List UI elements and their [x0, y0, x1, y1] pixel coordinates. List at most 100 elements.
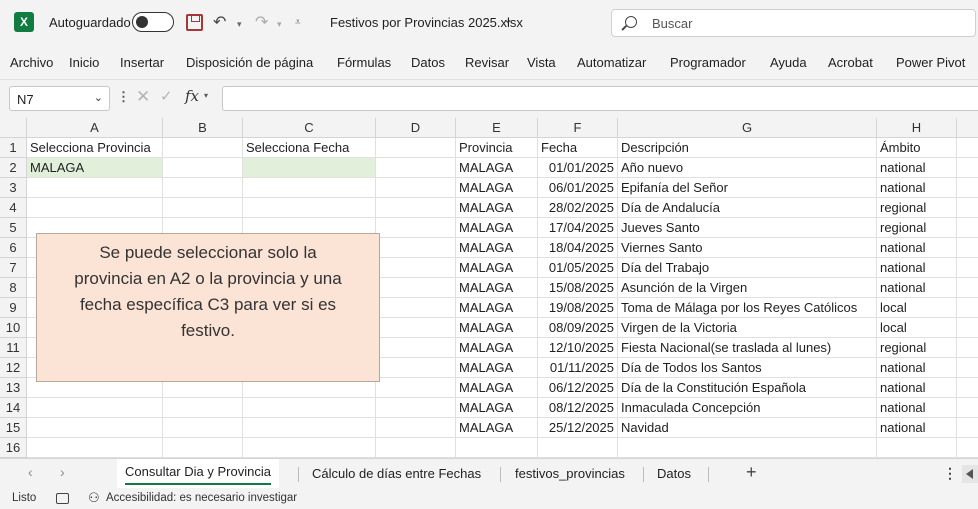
- cell-g3[interactable]: Epifanía del Señor: [618, 178, 877, 198]
- row-header[interactable]: 6: [0, 238, 27, 258]
- cell-i13[interactable]: [957, 378, 978, 398]
- cell-d16[interactable]: [376, 438, 456, 458]
- cell-f7[interactable]: 01/05/2025: [538, 258, 618, 278]
- cell-f10[interactable]: 08/09/2025: [538, 318, 618, 338]
- cell-g11[interactable]: Fiesta Nacional(se traslada al lunes): [618, 338, 877, 358]
- cell-g10[interactable]: Virgen de la Victoria: [618, 318, 877, 338]
- cell-d10[interactable]: [376, 318, 456, 338]
- cell-f6[interactable]: 18/04/2025: [538, 238, 618, 258]
- cell-h11[interactable]: regional: [877, 338, 957, 358]
- row-header[interactable]: 8: [0, 278, 27, 298]
- cell-e6[interactable]: MALAGA: [456, 238, 538, 258]
- cell-e4[interactable]: MALAGA: [456, 198, 538, 218]
- cell-i4[interactable]: [957, 198, 978, 218]
- cell-c3[interactable]: [243, 178, 376, 198]
- cell-e13[interactable]: MALAGA: [456, 378, 538, 398]
- cell-i15[interactable]: [957, 418, 978, 438]
- tab-formulas[interactable]: Fórmulas: [337, 55, 391, 70]
- cell-e5[interactable]: MALAGA: [456, 218, 538, 238]
- cell-c1[interactable]: Selecciona Fecha: [243, 138, 376, 158]
- column-header-g[interactable]: G: [618, 118, 877, 138]
- cell-h2[interactable]: national: [877, 158, 957, 178]
- chevron-down-icon[interactable]: ⌄: [503, 12, 513, 26]
- cell-g8[interactable]: Asunción de la Virgen: [618, 278, 877, 298]
- accessibility-status[interactable]: Accesibilidad: es necesario investigar: [106, 492, 297, 504]
- cell-f14[interactable]: 08/12/2025: [538, 398, 618, 418]
- cell-d3[interactable]: [376, 178, 456, 198]
- cell-i3[interactable]: [957, 178, 978, 198]
- sheet-tab-calculo[interactable]: Cálculo de días entre Fechas: [312, 466, 481, 481]
- search-box[interactable]: Buscar: [611, 9, 976, 37]
- row-header[interactable]: 1: [0, 138, 27, 158]
- cell-f13[interactable]: 06/12/2025: [538, 378, 618, 398]
- cell-a2[interactable]: MALAGA: [27, 158, 163, 178]
- tab-disposicion[interactable]: Disposición de página: [186, 55, 313, 70]
- row-header[interactable]: 11: [0, 338, 27, 358]
- cell-f15[interactable]: 25/12/2025: [538, 418, 618, 438]
- row-header[interactable]: 4: [0, 198, 27, 218]
- cell-i1[interactable]: [957, 138, 978, 158]
- cell-h7[interactable]: national: [877, 258, 957, 278]
- cell-i8[interactable]: [957, 278, 978, 298]
- cell-a4[interactable]: [27, 198, 163, 218]
- column-header-d[interactable]: D: [376, 118, 456, 138]
- redo-dropdown-icon[interactable]: ▾: [277, 13, 282, 35]
- cell-h14[interactable]: national: [877, 398, 957, 418]
- cell-i2[interactable]: [957, 158, 978, 178]
- cell-a3[interactable]: [27, 178, 163, 198]
- row-header[interactable]: 9: [0, 298, 27, 318]
- cell-f9[interactable]: 19/08/2025: [538, 298, 618, 318]
- cell-h10[interactable]: local: [877, 318, 957, 338]
- row-header[interactable]: 7: [0, 258, 27, 278]
- cell-g7[interactable]: Día del Trabajo: [618, 258, 877, 278]
- cell-d4[interactable]: [376, 198, 456, 218]
- cell-d1[interactable]: [376, 138, 456, 158]
- tab-automatizar[interactable]: Automatizar: [577, 55, 646, 70]
- tab-programador[interactable]: Programador: [670, 55, 746, 70]
- file-name[interactable]: Festivos por Provincias 2025.xlsx: [330, 15, 523, 30]
- cell-b2[interactable]: [163, 158, 243, 178]
- cell-f1[interactable]: Fecha: [538, 138, 618, 158]
- redo-icon[interactable]: ↷: [255, 12, 268, 34]
- cell-e3[interactable]: MALAGA: [456, 178, 538, 198]
- tab-vista[interactable]: Vista: [527, 55, 556, 70]
- cell-d15[interactable]: [376, 418, 456, 438]
- row-header[interactable]: 15: [0, 418, 27, 438]
- cell-e8[interactable]: MALAGA: [456, 278, 538, 298]
- cell-a16[interactable]: [27, 438, 163, 458]
- column-header-i[interactable]: [957, 118, 978, 138]
- cell-g14[interactable]: Inmaculada Concepción: [618, 398, 877, 418]
- accessibility-icon[interactable]: ⚇: [88, 490, 100, 506]
- tab-datos[interactable]: Datos: [411, 55, 445, 70]
- insert-function-icon[interactable]: fx: [185, 87, 199, 105]
- cell-g13[interactable]: Día de la Constitución Española: [618, 378, 877, 398]
- row-header[interactable]: 12: [0, 358, 27, 378]
- row-header[interactable]: 16: [0, 438, 27, 458]
- cell-h1[interactable]: Ámbito: [877, 138, 957, 158]
- cell-f11[interactable]: 12/10/2025: [538, 338, 618, 358]
- row-header[interactable]: 2: [0, 158, 27, 178]
- cell-h6[interactable]: national: [877, 238, 957, 258]
- macro-recording-icon[interactable]: [56, 493, 69, 504]
- row-header[interactable]: 14: [0, 398, 27, 418]
- cell-b3[interactable]: [163, 178, 243, 198]
- cell-f2[interactable]: 01/01/2025: [538, 158, 618, 178]
- cell-f8[interactable]: 15/08/2025: [538, 278, 618, 298]
- add-sheet-icon[interactable]: +: [746, 462, 757, 483]
- save-icon[interactable]: [186, 14, 203, 31]
- cell-d12[interactable]: [376, 358, 456, 378]
- cell-g4[interactable]: Día de Andalucía: [618, 198, 877, 218]
- cell-g15[interactable]: Navidad: [618, 418, 877, 438]
- tab-revisar[interactable]: Revisar: [465, 55, 509, 70]
- cell-g6[interactable]: Viernes Santo: [618, 238, 877, 258]
- cell-g5[interactable]: Jueves Santo: [618, 218, 877, 238]
- column-header-b[interactable]: B: [163, 118, 243, 138]
- scroll-left-icon[interactable]: [962, 465, 978, 483]
- tab-insertar[interactable]: Insertar: [120, 55, 164, 70]
- cell-b14[interactable]: [163, 398, 243, 418]
- cell-i11[interactable]: [957, 338, 978, 358]
- cell-h15[interactable]: national: [877, 418, 957, 438]
- cell-d5[interactable]: [376, 218, 456, 238]
- sheet-tab-datos[interactable]: Datos: [657, 466, 691, 481]
- cell-c14[interactable]: [243, 398, 376, 418]
